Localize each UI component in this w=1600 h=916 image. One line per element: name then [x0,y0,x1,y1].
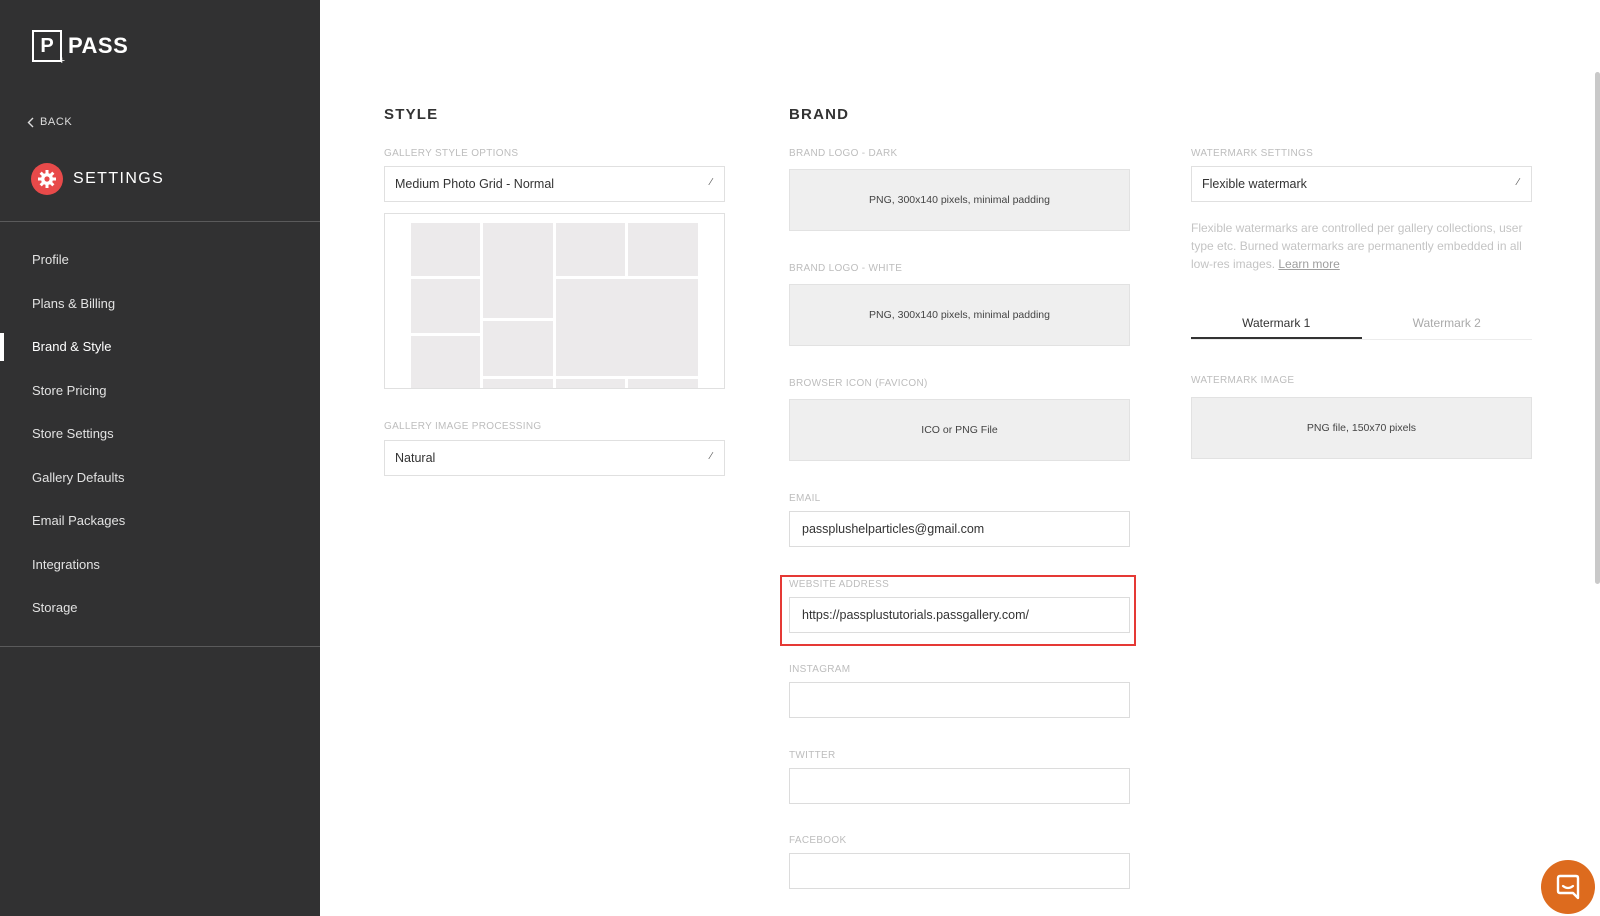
watermark-image-upload[interactable]: PNG file, 150x70 pixels [1191,397,1532,459]
image-processing-select[interactable]: Natural ∕ [384,440,725,476]
logo-mark: P + [32,30,65,67]
logo-letter: P [40,34,54,57]
gear-icon [31,163,63,195]
favicon-upload[interactable]: ICO or PNG File [789,399,1130,461]
watermark-image-label: WATERMARK IMAGE [1191,375,1295,386]
preview-tile [411,279,480,333]
preview-tile [483,223,553,318]
caret-icon: ∕ [710,177,712,188]
image-processing-label: GALLERY IMAGE PROCESSING [384,421,542,432]
sidebar-item-email-packages[interactable]: Email Packages [0,499,320,543]
preview-tile [556,279,698,376]
sidebar-item-store-settings[interactable]: Store Settings [0,412,320,456]
facebook-label: FACEBOOK [789,835,847,846]
twitter-field[interactable] [789,768,1130,804]
email-value: passplushelparticles@gmail.com [802,522,985,536]
watermark-image-hint: PNG file, 150x70 pixels [1306,422,1417,434]
email-label: EMAIL [789,493,821,504]
preview-tile [483,321,553,376]
settings-header: SETTINGS [31,163,164,195]
chat-button[interactable] [1541,860,1595,914]
brand-logo-white-hint: PNG, 300x140 pixels, minimal padding [869,309,1050,321]
watermark-settings-value: Flexible watermark [1202,177,1307,191]
twitter-label: TWITTER [789,750,836,761]
tab-watermark-1[interactable]: Watermark 1 [1191,316,1362,339]
logo-text: PASS [68,33,129,58]
gallery-style-preview [384,213,725,389]
website-label: WEBSITE ADDRESS [789,579,890,590]
watermark-help-body: Flexible watermarks are controlled per g… [1191,221,1523,271]
sidebar-nav: Profile Plans & Billing Brand & Style St… [0,238,320,630]
sidebar-item-integrations[interactable]: Integrations [0,543,320,587]
preview-tile [556,379,625,388]
website-field[interactable]: https://passplustutorials.passgallery.co… [789,597,1130,633]
preview-tile [411,223,480,276]
sidebar-item-gallery-defaults[interactable]: Gallery Defaults [0,456,320,500]
facebook-field[interactable] [789,853,1130,889]
gallery-style-label: GALLERY STYLE OPTIONS [384,148,519,159]
brand-logo-white-upload[interactable]: PNG, 300x140 pixels, minimal padding [789,284,1130,346]
logo-plus-icon: + [58,55,65,67]
favicon-hint: ICO or PNG File [921,424,998,436]
preview-tile [483,379,553,388]
sidebar-item-profile[interactable]: Profile [0,238,320,282]
sidebar-divider-bottom [0,646,320,647]
sidebar: P + PASS BACK SETTINGS Profile Plans & B… [0,0,320,916]
image-processing-value: Natural [395,451,436,465]
sidebar-item-plans-billing[interactable]: Plans & Billing [0,282,320,326]
brand-logo-white-label: BRAND LOGO - WHITE [789,263,903,274]
back-label: BACK [40,116,73,128]
chat-bubble-icon [1556,874,1580,900]
preview-tile [411,336,480,388]
brand-section-title: BRAND [789,106,850,123]
instagram-field[interactable] [789,682,1130,718]
watermark-settings-select[interactable]: Flexible watermark ∕ [1191,166,1532,202]
favicon-label: BROWSER ICON (FAVICON) [789,378,928,389]
tab-watermark-2[interactable]: Watermark 2 [1362,316,1533,339]
gallery-style-value: Medium Photo Grid - Normal [395,177,555,191]
gallery-style-select[interactable]: Medium Photo Grid - Normal ∕ [384,166,725,202]
caret-icon: ∕ [1517,177,1519,188]
caret-icon: ∕ [710,451,712,462]
brand-logo-dark-hint: PNG, 300x140 pixels, minimal padding [869,194,1050,206]
preview-tile [556,223,625,276]
settings-title: SETTINGS [73,170,165,187]
watermark-settings-label: WATERMARK SETTINGS [1191,148,1314,159]
sidebar-item-brand-style[interactable]: Brand & Style [0,325,320,369]
style-section-title: STYLE [384,106,439,123]
watermark-tabs: Watermark 1 Watermark 2 [1191,316,1532,340]
chevron-left-icon [27,117,34,127]
scrollbar[interactable] [1595,72,1600,584]
preview-tile [628,379,698,388]
sidebar-divider-top [0,221,320,222]
back-link[interactable]: BACK [27,116,72,128]
main-content: STYLE GALLERY STYLE OPTIONS Medium Photo… [320,0,1600,916]
instagram-label: INSTAGRAM [789,664,851,675]
sidebar-item-store-pricing[interactable]: Store Pricing [0,369,320,413]
sidebar-item-storage[interactable]: Storage [0,586,320,630]
website-value: https://passplustutorials.passgallery.co… [802,608,1029,622]
learn-more-link[interactable]: Learn more [1278,257,1339,271]
brand-logo-dark-upload[interactable]: PNG, 300x140 pixels, minimal padding [789,169,1130,231]
brand-logo-dark-label: BRAND LOGO - DARK [789,148,898,159]
preview-tile [628,223,698,276]
watermark-help-text: Flexible watermarks are controlled per g… [1191,219,1531,273]
pass-logo[interactable]: P + PASS [32,30,129,67]
email-field[interactable]: passplushelparticles@gmail.com [789,511,1130,547]
